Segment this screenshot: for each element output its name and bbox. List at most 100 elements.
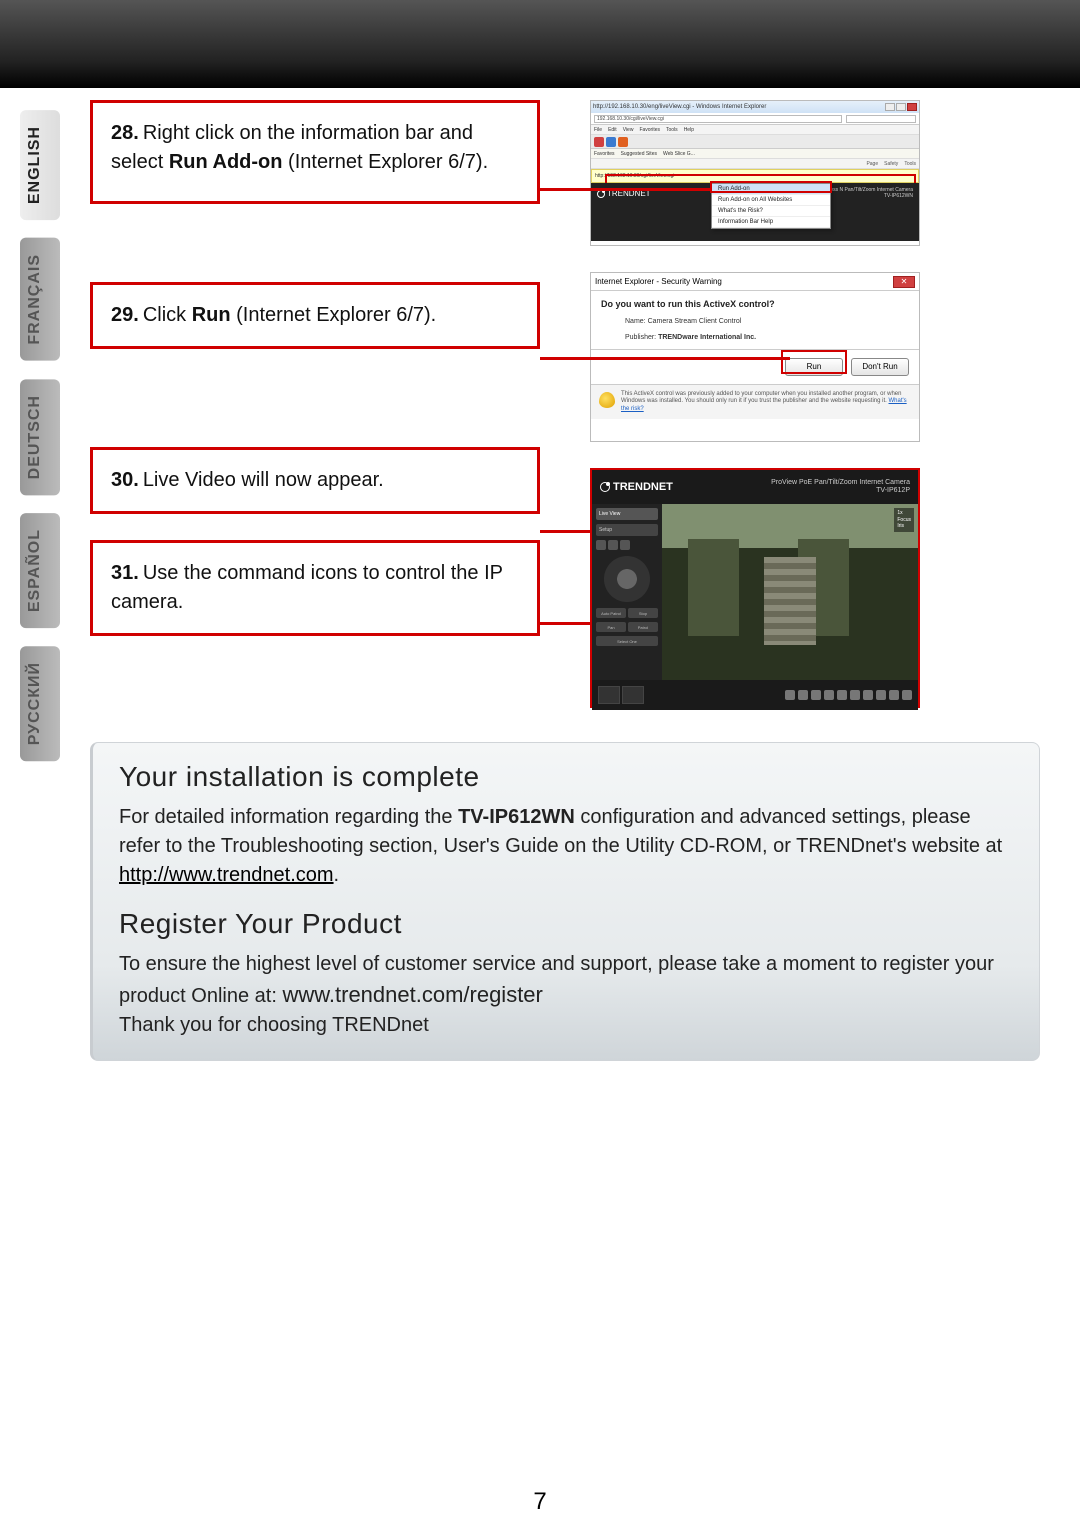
menu-item-run-all[interactable]: Run Add-on on All Websites <box>712 195 830 206</box>
register-url[interactable]: www.trendnet.com/register <box>282 982 542 1007</box>
overlay-iris: Iris <box>897 523 911 530</box>
fav-item[interactable]: Web Slice G... <box>663 151 695 157</box>
camera-title-line2: TV-IP612WN <box>819 193 913 199</box>
footer-icon[interactable] <box>798 690 808 700</box>
step-text-b: (Internet Explorer 6/7). <box>282 151 488 173</box>
menu-edit[interactable]: Edit <box>608 127 617 133</box>
window-title: http://192.168.10.30/eng/liveView.cgi - … <box>593 104 766 110</box>
name-value: Camera Stream Client Control <box>648 318 742 325</box>
btn-stop[interactable]: Stop <box>628 608 658 618</box>
footer-icon[interactable] <box>850 690 860 700</box>
step-number: 31. <box>111 562 139 584</box>
lang-tab-deutsch[interactable]: DEUTSCH <box>20 379 60 495</box>
footer-icon[interactable] <box>889 690 899 700</box>
lang-tab-francais[interactable]: FRANÇAIS <box>20 238 60 361</box>
footer-icon[interactable] <box>837 690 847 700</box>
cmd-safety[interactable]: Safety <box>884 161 898 167</box>
lang-tab-english[interactable]: ENGLISH <box>20 110 60 220</box>
footer-icon[interactable] <box>876 690 886 700</box>
dont-run-button[interactable]: Don't Run <box>851 358 909 376</box>
model-number: TV-IP612WN <box>458 806 575 828</box>
trendnet-link[interactable]: http://www.trendnet.com <box>119 864 334 886</box>
cmd-tools[interactable]: Tools <box>904 161 916 167</box>
footer-icon[interactable] <box>785 690 795 700</box>
lang-tab-russian[interactable]: РУССКИЙ <box>20 646 60 761</box>
thumb-preset[interactable] <box>598 686 620 704</box>
footer-icon[interactable] <box>824 690 834 700</box>
step-bold: Run Add-on <box>169 151 283 173</box>
favorites-label[interactable]: Favorites <box>594 151 615 157</box>
url-field[interactable]: 192.168.10.30/cgi/liveView.cgi <box>594 115 842 123</box>
camera-title: Wireless N Pan/Tilt/Zoom Internet Camera… <box>819 187 913 199</box>
page-content: TRENDNET Wireless N Pan/Tilt/Zoom Intern… <box>591 183 919 241</box>
step-29: 29.Click Run (Internet Explorer 6/7). <box>90 282 540 349</box>
liveview-footer <box>592 680 918 710</box>
menu-item-help[interactable]: Information Bar Help <box>712 217 830 228</box>
publisher-row: Publisher: TRENDware International Inc. <box>591 329 919 350</box>
dialog-buttons: Run Don't Run <box>591 350 919 384</box>
liveview-body: Live View Setup Auto PatrolStop PanPatro… <box>592 504 918 680</box>
dialog-question: Do you want to run this ActiveX control? <box>591 291 919 313</box>
video-content <box>764 557 815 645</box>
control-icon[interactable] <box>620 540 630 550</box>
minimize-icon[interactable] <box>885 103 895 111</box>
step-number: 30. <box>111 469 139 491</box>
close-icon[interactable]: ✕ <box>893 276 915 288</box>
btn-pan[interactable]: Pan <box>596 622 626 632</box>
maximize-icon[interactable] <box>896 103 906 111</box>
screenshot-ie-infobar: http://192.168.10.30/eng/liveView.cgi - … <box>590 100 920 246</box>
select-preset[interactable]: Select One <box>596 636 658 646</box>
menu-tools[interactable]: Tools <box>666 127 678 133</box>
tab-setup[interactable]: Setup <box>596 524 658 536</box>
nav-back-icon[interactable] <box>594 137 604 147</box>
window-titlebar: http://192.168.10.30/eng/liveView.cgi - … <box>591 101 919 113</box>
footer-icon[interactable] <box>811 690 821 700</box>
panel-title-register: Register Your Product <box>119 908 1013 940</box>
footer-icon[interactable] <box>863 690 873 700</box>
ptz-dpad[interactable] <box>604 556 650 602</box>
menu-favorites[interactable]: Favorites <box>639 127 660 133</box>
control-icon[interactable] <box>608 540 618 550</box>
panel-body-complete: For detailed information regarding the T… <box>119 803 1013 890</box>
highlight-box-menu <box>710 181 832 193</box>
step-number: 29. <box>111 304 139 326</box>
product-title: ProView PoE Pan/Tilt/Zoom Internet Camer… <box>771 479 910 496</box>
menu-help[interactable]: Help <box>684 127 694 133</box>
command-bar: Page Safety Tools <box>591 159 919 169</box>
control-sidebar: Live View Setup Auto PatrolStop PanPatro… <box>592 504 662 680</box>
tab-liveview[interactable]: Live View <box>596 508 658 520</box>
trendnet-logo: TRENDNET <box>600 481 673 493</box>
menu-file[interactable]: File <box>594 127 602 133</box>
step-bold: Run <box>192 304 231 326</box>
address-bar: 192.168.10.30/cgi/liveView.cgi <box>591 113 919 125</box>
menu-bar: File Edit View Favorites Tools Help <box>591 125 919 135</box>
step-text: Live Video will now appear. <box>143 469 384 491</box>
dialog-titlebar: Internet Explorer - Security Warning ✕ <box>591 273 919 291</box>
nav-forward-icon[interactable] <box>606 137 616 147</box>
control-icon[interactable] <box>596 540 606 550</box>
thumb-preset[interactable] <box>622 686 644 704</box>
fav-item[interactable]: Suggested Sites <box>621 151 657 157</box>
footer-icon[interactable] <box>902 690 912 700</box>
menu-view[interactable]: View <box>623 127 634 133</box>
lang-tab-espanol[interactable]: ESPAÑOL <box>20 513 60 628</box>
window-controls <box>885 103 917 111</box>
menu-item-risk[interactable]: What's the Risk? <box>712 206 830 217</box>
footer-text: This ActiveX control was previously adde… <box>621 391 911 414</box>
shield-icon <box>599 392 615 408</box>
footer-icons <box>785 690 912 700</box>
cmd-page[interactable]: Page <box>866 161 878 167</box>
text: For detailed information regarding the <box>119 806 458 828</box>
logo-text: TRENDNET <box>613 481 673 493</box>
dpad-ring-icon <box>604 556 650 602</box>
close-icon[interactable] <box>907 103 917 111</box>
icon-row <box>596 540 658 550</box>
stop-icon[interactable] <box>618 137 628 147</box>
search-field[interactable] <box>846 115 916 123</box>
highlight-box-run <box>781 350 847 374</box>
step-30: 30.Live Video will now appear. <box>90 447 540 514</box>
panel-thanks: Thank you for choosing TRENDnet <box>119 1011 1013 1040</box>
btn-auto-patrol[interactable]: Auto Patrol <box>596 608 626 618</box>
btn-patrol[interactable]: Patrol <box>628 622 658 632</box>
footer-msg: This ActiveX control was previously adde… <box>621 391 901 405</box>
